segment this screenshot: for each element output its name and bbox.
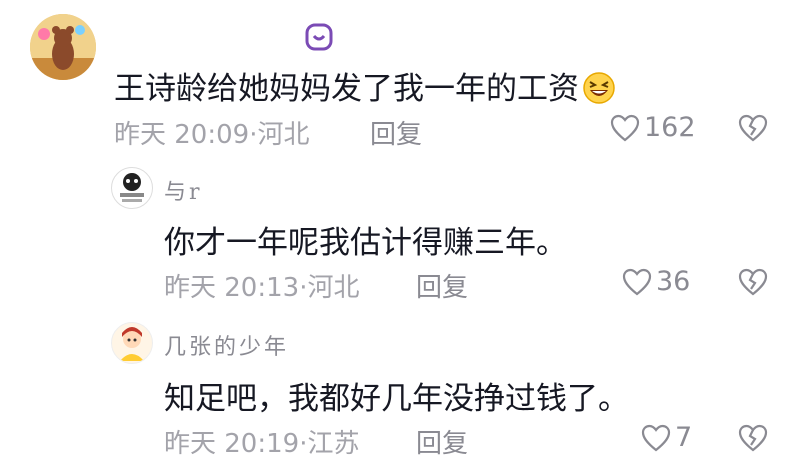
avatar[interactable] (111, 322, 153, 364)
comment-time-location: 昨天 20:13·河北 (164, 273, 360, 303)
comment-text: 王诗龄给她妈妈发了我一年的工资 (114, 63, 617, 113)
avatar-image (30, 14, 96, 80)
like-button[interactable]: 162 (610, 112, 696, 143)
comment-time-location: 昨天 20:09·河北 (114, 120, 310, 150)
heart-broken-icon (738, 114, 768, 142)
heart-outline-icon (641, 424, 671, 451)
comment-text: 知足吧，我都好几年没挣过钱了。 (164, 381, 629, 417)
comment-text-content: 王诗龄给她妈妈发了我一年的工资 (114, 71, 579, 107)
grinning-squinting-emoji-icon (581, 71, 617, 113)
reply-button[interactable]: 回复 (416, 423, 468, 460)
avatar-image (120, 173, 144, 202)
comment-item: 几张的少年 知足吧，我都好几年没挣过钱了。 昨天 20:19·江苏 回复 7 (0, 305, 800, 466)
comment-item: 王诗龄给她妈妈发了我一年的工资 昨天 20:09·河北 回复 162 (0, 0, 800, 150)
like-button[interactable]: 36 (622, 266, 690, 297)
username[interactable]: 几张的少年 (164, 329, 289, 361)
comment-text: 你才一年呢我估计得赚三年。 (164, 225, 567, 261)
reply-button[interactable]: 回复 (370, 114, 422, 151)
heart-broken-icon (738, 268, 768, 296)
comment-item: 与r 你才一年呢我估计得赚三年。 昨天 20:13·河北 回复 36 (0, 150, 800, 305)
dislike-button[interactable] (738, 424, 768, 456)
dislike-button[interactable] (738, 268, 768, 300)
avatar[interactable] (30, 14, 96, 80)
comment-time-location: 昨天 20:19·江苏 (164, 429, 360, 459)
like-button[interactable]: 7 (641, 422, 692, 453)
like-count: 162 (644, 112, 696, 143)
username[interactable]: 与r (164, 174, 203, 206)
reply-button[interactable]: 回复 (416, 267, 468, 304)
heart-outline-icon (622, 268, 652, 295)
avatar-image (120, 327, 144, 361)
like-count: 7 (675, 422, 693, 453)
heart-outline-icon (610, 114, 640, 141)
username-badge-icon (304, 22, 334, 52)
heart-broken-icon (738, 424, 768, 452)
avatar[interactable] (111, 167, 153, 209)
dislike-button[interactable] (738, 114, 768, 146)
like-count: 36 (656, 266, 691, 297)
